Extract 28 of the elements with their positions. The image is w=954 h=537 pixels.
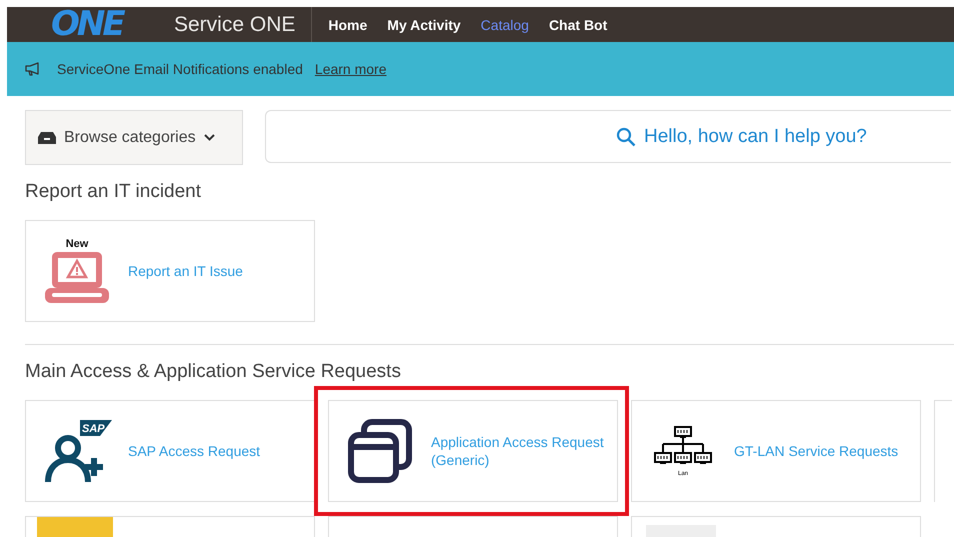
- nav-link[interactable]: Home: [328, 16, 368, 32]
- nav-link[interactable]: Chat Bot: [548, 16, 608, 32]
- search-input[interactable]: Hello, how can I help you?: [644, 126, 924, 148]
- learn-more-link[interactable]: Learn more: [314, 61, 386, 77]
- nav-link[interactable]: Catalog: [480, 16, 529, 32]
- card-title: Application Access Request (Generic): [431, 433, 605, 469]
- service-card[interactable]: [631, 516, 921, 537]
- laptop-warning-icon: [44, 250, 110, 304]
- service-card[interactable]: [328, 516, 618, 537]
- service-card[interactable]: [934, 400, 952, 502]
- notification-text: ServiceOne Email Notifications enabled: [57, 61, 303, 77]
- megaphone-icon: [25, 62, 41, 76]
- drawer-icon: [38, 130, 56, 144]
- browse-categories-button[interactable]: Browse categories: [25, 110, 243, 165]
- card-title: Report an IT Issue: [128, 262, 244, 280]
- section-heading: Report an IT incident: [25, 181, 202, 203]
- windows-icon: [347, 419, 413, 483]
- card-title: GT-LAN Service Requests: [734, 442, 900, 460]
- nav-link[interactable]: My Activity: [387, 16, 461, 32]
- chevron-down-icon: [204, 134, 215, 141]
- new-label: New: [66, 238, 88, 250]
- service-card[interactable]: New Report an IT Issue: [25, 220, 315, 322]
- service-card[interactable]: SAP SAP Access Request: [25, 400, 315, 502]
- section-heading: Main Access & Application Service Requests: [25, 361, 402, 383]
- card-title: SAP Access Request: [128, 442, 262, 460]
- search-icon: [616, 126, 636, 146]
- logo[interactable]: ONE: [51, 7, 131, 42]
- service-card[interactable]: [25, 516, 315, 537]
